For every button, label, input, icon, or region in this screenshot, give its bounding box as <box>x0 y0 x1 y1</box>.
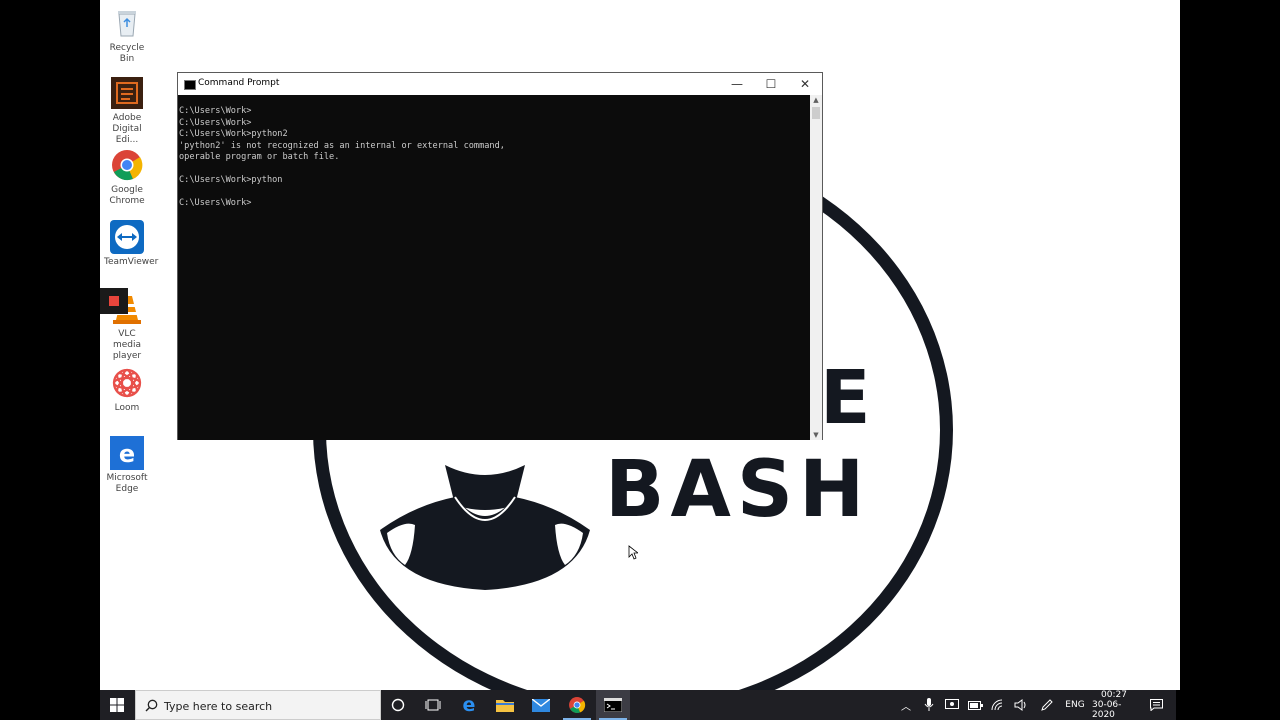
input-language-button[interactable]: ENG <box>1062 690 1088 720</box>
cmd-app-icon <box>184 80 196 90</box>
console-line: C:\Users\Work> <box>179 117 252 128</box>
edge-icon: e <box>462 694 476 716</box>
desktop-icon-label: Google Chrome <box>109 185 145 206</box>
close-button[interactable]: ✕ <box>788 73 822 95</box>
teamviewer-icon <box>110 220 144 254</box>
mouse-cursor-icon <box>628 545 638 560</box>
wallpaper-logo-letter: E <box>820 355 871 441</box>
console-output[interactable]: C:\Users\Work> C:\Users\Work> C:\Users\Wor… <box>178 95 810 440</box>
screen-record-icon <box>945 699 959 709</box>
search-icon <box>145 699 158 712</box>
volume-tray-button[interactable] <box>1011 690 1031 720</box>
console-line: 'python2' is not recognized as an intern… <box>179 140 505 151</box>
cmd-icon <box>604 698 622 712</box>
chrome-icon <box>110 148 144 182</box>
desktop-icon-loom[interactable]: Loom <box>104 366 150 414</box>
notification-icon <box>1149 699 1163 711</box>
scrollbar-thumb[interactable] <box>812 107 820 119</box>
microphone-tray-button[interactable] <box>920 690 938 720</box>
recording-indicator[interactable] <box>100 288 128 314</box>
desktop-icon-label: Loom <box>114 403 140 413</box>
desktop-icon-label: VLC media player <box>112 329 142 361</box>
speaker-icon <box>1014 699 1026 711</box>
minimize-button[interactable]: — <box>720 73 754 95</box>
window-titlebar[interactable]: Command Prompt — ☐ ✕ <box>178 73 822 95</box>
start-button[interactable] <box>100 690 134 720</box>
desktop-icon-label: Adobe Digital Edi... <box>112 113 142 145</box>
adobe-digital-editions-icon <box>110 76 144 110</box>
network-tray-button[interactable] <box>988 690 1008 720</box>
search-placeholder: Type here to search <box>164 700 273 713</box>
clock-time: 00:27 <box>1101 690 1127 700</box>
desktop-icon-recycle-bin[interactable]: Recycle Bin <box>104 6 150 65</box>
clock-date: 30-06-2020 <box>1092 700 1122 720</box>
action-center-button[interactable] <box>1146 690 1166 720</box>
desktop-icon-teamviewer[interactable]: TeamViewer <box>104 220 159 268</box>
console-line: C:\Users\Work> <box>179 198 252 208</box>
chevron-up-icon: ︿ <box>901 701 911 713</box>
task-view-button[interactable] <box>416 690 450 720</box>
maximize-icon: ☐ <box>765 77 777 91</box>
windows-logo-icon <box>110 698 124 712</box>
show-hidden-icons-button[interactable]: ︿ <box>898 690 914 720</box>
cortana-button[interactable] <box>382 690 414 720</box>
microphone-icon <box>924 698 934 711</box>
loom-icon <box>110 366 144 400</box>
console-line: operable program or batch file. <box>179 152 340 162</box>
battery-icon <box>967 700 983 710</box>
folder-icon <box>496 700 514 712</box>
stop-icon <box>109 296 119 306</box>
clock-button[interactable]: 00:27 30-06-2020 <box>1092 690 1136 720</box>
close-icon: ✕ <box>799 77 811 91</box>
taskbar-file-explorer-button[interactable] <box>488 690 522 720</box>
screen-tray-button[interactable] <box>942 690 962 720</box>
taskbar-edge-button[interactable]: e <box>452 690 486 720</box>
recycle-bin-icon <box>110 6 144 40</box>
console-line: C:\Users\Work> <box>179 106 252 116</box>
pen-icon <box>1040 698 1053 711</box>
maximize-button[interactable]: ☐ <box>754 73 788 95</box>
desktop-icon-label: TeamViewer <box>104 257 159 267</box>
wifi-icon <box>991 699 1003 711</box>
battery-tray-button[interactable] <box>965 690 985 720</box>
vertical-scrollbar[interactable]: ▲ ▼ <box>810 95 822 440</box>
window-title: Command Prompt <box>198 78 280 88</box>
edge-icon: e <box>110 436 144 470</box>
svg-text:e: e <box>119 440 135 468</box>
taskbar-chrome-button[interactable] <box>560 690 594 720</box>
taskbar: Type here to search e ︿ ENG 00:27 30-06-… <box>100 690 1176 720</box>
wallpaper-logo-word: BASH <box>605 445 871 535</box>
task-view-icon <box>425 699 441 711</box>
desktop-icon-google-chrome[interactable]: Google Chrome <box>104 148 150 207</box>
desktop-icon-adobe-digital-editions[interactable]: Adobe Digital Edi... <box>104 76 150 146</box>
scroll-down-icon[interactable]: ▼ <box>810 431 822 439</box>
wallpaper-figure <box>380 463 590 590</box>
command-prompt-window[interactable]: Command Prompt — ☐ ✕ C:\Users\Work> C:\Us… <box>177 72 823 440</box>
console-line: C:\Users\Work>python <box>179 175 283 185</box>
mail-icon <box>532 698 550 712</box>
console-line: C:\Users\Work>python2 <box>179 129 288 139</box>
taskbar-mail-button[interactable] <box>524 690 558 720</box>
cortana-circle-icon <box>391 698 405 712</box>
taskbar-cmd-button[interactable] <box>596 690 630 720</box>
minimize-icon: — <box>731 77 743 91</box>
taskbar-search-box[interactable]: Type here to search <box>135 690 381 720</box>
desktop-icon-label: Microsoft Edge <box>106 473 148 494</box>
pen-tray-button[interactable] <box>1036 690 1056 720</box>
desktop-icon-microsoft-edge[interactable]: e Microsoft Edge <box>104 436 150 495</box>
scroll-up-icon[interactable]: ▲ <box>810 96 822 104</box>
desktop-icon-label: Recycle Bin <box>109 43 145 64</box>
chrome-icon <box>569 697 586 714</box>
